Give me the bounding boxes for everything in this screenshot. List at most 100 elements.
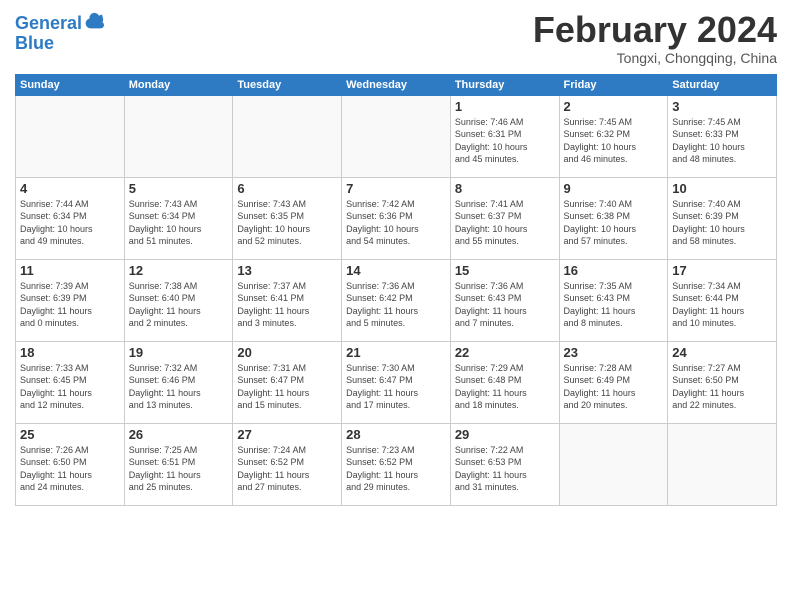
col-monday: Monday bbox=[124, 74, 233, 95]
col-thursday: Thursday bbox=[450, 74, 559, 95]
day-info: Sunrise: 7:43 AMSunset: 6:35 PMDaylight:… bbox=[237, 198, 337, 248]
day-number: 26 bbox=[129, 427, 229, 442]
day-info: Sunrise: 7:30 AMSunset: 6:47 PMDaylight:… bbox=[346, 362, 446, 412]
calendar-week-row: 25 Sunrise: 7:26 AMSunset: 6:50 PMDayligh… bbox=[16, 423, 777, 505]
day-number: 11 bbox=[20, 263, 120, 278]
table-row: 16 Sunrise: 7:35 AMSunset: 6:43 PMDayligh… bbox=[559, 259, 668, 341]
calendar-header-row: Sunday Monday Tuesday Wednesday Thursday… bbox=[16, 74, 777, 95]
table-row: 19 Sunrise: 7:32 AMSunset: 6:46 PMDayligh… bbox=[124, 341, 233, 423]
table-row: 5 Sunrise: 7:43 AMSunset: 6:34 PMDaylight… bbox=[124, 177, 233, 259]
page-container: General Blue February 2024 Tongxi, Chong… bbox=[0, 0, 792, 612]
table-row: 3 Sunrise: 7:45 AMSunset: 6:33 PMDaylight… bbox=[668, 95, 777, 177]
day-number: 28 bbox=[346, 427, 446, 442]
day-info: Sunrise: 7:26 AMSunset: 6:50 PMDaylight:… bbox=[20, 444, 120, 494]
day-info: Sunrise: 7:40 AMSunset: 6:38 PMDaylight:… bbox=[564, 198, 664, 248]
calendar-table: Sunday Monday Tuesday Wednesday Thursday… bbox=[15, 74, 777, 506]
table-row: 7 Sunrise: 7:42 AMSunset: 6:36 PMDaylight… bbox=[342, 177, 451, 259]
table-row: 13 Sunrise: 7:37 AMSunset: 6:41 PMDayligh… bbox=[233, 259, 342, 341]
table-row: 6 Sunrise: 7:43 AMSunset: 6:35 PMDaylight… bbox=[233, 177, 342, 259]
day-info: Sunrise: 7:46 AMSunset: 6:31 PMDaylight:… bbox=[455, 116, 555, 166]
day-info: Sunrise: 7:27 AMSunset: 6:50 PMDaylight:… bbox=[672, 362, 772, 412]
table-row: 8Sunrise: 7:41 AMSunset: 6:37 PMDaylight… bbox=[450, 177, 559, 259]
day-info: Sunrise: 7:24 AMSunset: 6:52 PMDaylight:… bbox=[237, 444, 337, 494]
day-info: Sunrise: 7:38 AMSunset: 6:40 PMDaylight:… bbox=[129, 280, 229, 330]
table-row: 11 Sunrise: 7:39 AMSunset: 6:39 PMDayligh… bbox=[16, 259, 125, 341]
logo-text2: Blue bbox=[15, 34, 104, 54]
table-row: 15 Sunrise: 7:36 AMSunset: 6:43 PMDayligh… bbox=[450, 259, 559, 341]
table-row: 17Sunrise: 7:34 AMSunset: 6:44 PMDayligh… bbox=[668, 259, 777, 341]
table-row bbox=[16, 95, 125, 177]
calendar-week-row: 11 Sunrise: 7:39 AMSunset: 6:39 PMDayligh… bbox=[16, 259, 777, 341]
table-row bbox=[124, 95, 233, 177]
day-info: Sunrise: 7:36 AMSunset: 6:42 PMDaylight:… bbox=[346, 280, 446, 330]
day-number: 29 bbox=[455, 427, 555, 442]
day-number: 7 bbox=[346, 181, 446, 196]
day-number: 20 bbox=[237, 345, 337, 360]
table-row: 2Sunrise: 7:45 AMSunset: 6:32 PMDaylight… bbox=[559, 95, 668, 177]
table-row: 10 Sunrise: 7:40 AMSunset: 6:39 PMDayligh… bbox=[668, 177, 777, 259]
day-number: 25 bbox=[20, 427, 120, 442]
calendar-week-row: 18 Sunrise: 7:33 AMSunset: 6:45 PMDayligh… bbox=[16, 341, 777, 423]
table-row bbox=[233, 95, 342, 177]
day-info: Sunrise: 7:32 AMSunset: 6:46 PMDaylight:… bbox=[129, 362, 229, 412]
table-row: 29Sunrise: 7:22 AMSunset: 6:53 PMDayligh… bbox=[450, 423, 559, 505]
calendar-week-row: 4Sunrise: 7:44 AMSunset: 6:34 PMDaylight… bbox=[16, 177, 777, 259]
table-row: 18 Sunrise: 7:33 AMSunset: 6:45 PMDayligh… bbox=[16, 341, 125, 423]
day-number: 5 bbox=[129, 181, 229, 196]
day-info: Sunrise: 7:35 AMSunset: 6:43 PMDaylight:… bbox=[564, 280, 664, 330]
day-number: 8 bbox=[455, 181, 555, 196]
header: General Blue February 2024 Tongxi, Chong… bbox=[15, 10, 777, 66]
col-sunday: Sunday bbox=[16, 74, 125, 95]
table-row: 12Sunrise: 7:38 AMSunset: 6:40 PMDayligh… bbox=[124, 259, 233, 341]
month-title: February 2024 bbox=[533, 10, 777, 50]
col-saturday: Saturday bbox=[668, 74, 777, 95]
col-wednesday: Wednesday bbox=[342, 74, 451, 95]
day-info: Sunrise: 7:36 AMSunset: 6:43 PMDaylight:… bbox=[455, 280, 555, 330]
col-tuesday: Tuesday bbox=[233, 74, 342, 95]
day-number: 3 bbox=[672, 99, 772, 114]
day-info: Sunrise: 7:33 AMSunset: 6:45 PMDaylight:… bbox=[20, 362, 120, 412]
day-info: Sunrise: 7:45 AMSunset: 6:33 PMDaylight:… bbox=[672, 116, 772, 166]
table-row bbox=[559, 423, 668, 505]
title-block: February 2024 Tongxi, Chongqing, China bbox=[533, 10, 777, 66]
day-number: 19 bbox=[129, 345, 229, 360]
table-row: 9 Sunrise: 7:40 AMSunset: 6:38 PMDaylight… bbox=[559, 177, 668, 259]
day-number: 27 bbox=[237, 427, 337, 442]
day-info: Sunrise: 7:37 AMSunset: 6:41 PMDaylight:… bbox=[237, 280, 337, 330]
day-number: 16 bbox=[564, 263, 664, 278]
day-number: 9 bbox=[564, 181, 664, 196]
calendar-week-row: 1Sunrise: 7:46 AMSunset: 6:31 PMDaylight… bbox=[16, 95, 777, 177]
day-number: 22 bbox=[455, 345, 555, 360]
day-number: 18 bbox=[20, 345, 120, 360]
table-row bbox=[668, 423, 777, 505]
day-number: 15 bbox=[455, 263, 555, 278]
table-row: 26 Sunrise: 7:25 AMSunset: 6:51 PMDayligh… bbox=[124, 423, 233, 505]
logo-bird-icon bbox=[84, 10, 104, 30]
day-info: Sunrise: 7:43 AMSunset: 6:34 PMDaylight:… bbox=[129, 198, 229, 248]
day-number: 13 bbox=[237, 263, 337, 278]
day-number: 23 bbox=[564, 345, 664, 360]
table-row: 24Sunrise: 7:27 AMSunset: 6:50 PMDayligh… bbox=[668, 341, 777, 423]
day-info: Sunrise: 7:23 AMSunset: 6:52 PMDaylight:… bbox=[346, 444, 446, 494]
table-row: 22Sunrise: 7:29 AMSunset: 6:48 PMDayligh… bbox=[450, 341, 559, 423]
day-info: Sunrise: 7:25 AMSunset: 6:51 PMDaylight:… bbox=[129, 444, 229, 494]
day-info: Sunrise: 7:40 AMSunset: 6:39 PMDaylight:… bbox=[672, 198, 772, 248]
day-info: Sunrise: 7:42 AMSunset: 6:36 PMDaylight:… bbox=[346, 198, 446, 248]
table-row: 14 Sunrise: 7:36 AMSunset: 6:42 PMDayligh… bbox=[342, 259, 451, 341]
location: Tongxi, Chongqing, China bbox=[533, 50, 777, 66]
day-info: Sunrise: 7:31 AMSunset: 6:47 PMDaylight:… bbox=[237, 362, 337, 412]
table-row: 1Sunrise: 7:46 AMSunset: 6:31 PMDaylight… bbox=[450, 95, 559, 177]
table-row: 25 Sunrise: 7:26 AMSunset: 6:50 PMDayligh… bbox=[16, 423, 125, 505]
table-row: 27 Sunrise: 7:24 AMSunset: 6:52 PMDayligh… bbox=[233, 423, 342, 505]
logo: General Blue bbox=[15, 14, 104, 54]
day-info: Sunrise: 7:45 AMSunset: 6:32 PMDaylight:… bbox=[564, 116, 664, 166]
table-row: 21Sunrise: 7:30 AMSunset: 6:47 PMDayligh… bbox=[342, 341, 451, 423]
day-number: 10 bbox=[672, 181, 772, 196]
table-row: 4Sunrise: 7:44 AMSunset: 6:34 PMDaylight… bbox=[16, 177, 125, 259]
day-number: 4 bbox=[20, 181, 120, 196]
day-number: 6 bbox=[237, 181, 337, 196]
day-number: 14 bbox=[346, 263, 446, 278]
day-info: Sunrise: 7:39 AMSunset: 6:39 PMDaylight:… bbox=[20, 280, 120, 330]
table-row: 28 Sunrise: 7:23 AMSunset: 6:52 PMDayligh… bbox=[342, 423, 451, 505]
table-row: 20 Sunrise: 7:31 AMSunset: 6:47 PMDayligh… bbox=[233, 341, 342, 423]
